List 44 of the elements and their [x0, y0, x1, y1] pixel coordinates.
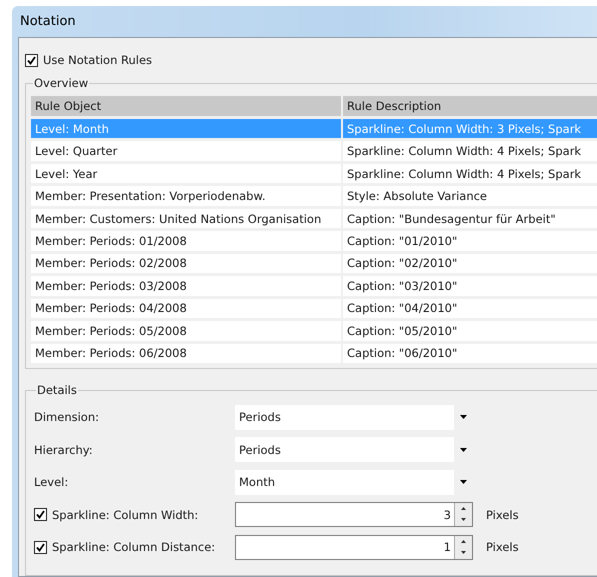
checkbox-label: Sparkline: Column Distance: [52, 540, 216, 554]
table-cell[interactable]: Member: Periods: 01/2008 [31, 231, 341, 251]
group-title: Details [36, 383, 78, 397]
table-cell[interactable]: Caption: "02/2010" [343, 254, 597, 274]
table-cell[interactable]: Caption: "03/2010" [343, 276, 597, 296]
field-label: Dimension: [34, 410, 100, 424]
dropdown[interactable]: Periods [235, 404, 473, 430]
spin-field[interactable]: 1 [235, 534, 473, 560]
caret-icon [460, 448, 467, 452]
checkbox[interactable] [25, 54, 38, 66]
table-cell[interactable]: Caption: "06/2010" [343, 344, 597, 364]
table-cell[interactable]: Member: Periods: 04/2008 [31, 298, 341, 318]
table-cell[interactable]: Member: Customers: United Nations Organisation [31, 208, 341, 228]
spin-field[interactable]: 3 [235, 502, 473, 528]
table-cell[interactable]: Caption: "05/2010" [343, 321, 597, 341]
column-header[interactable]: Rule Description [343, 96, 597, 116]
table-cell[interactable]: Level: Year [31, 164, 341, 184]
field-label: Level: [34, 475, 70, 490]
table-cell[interactable]: Member: Periods: 05/2008 [31, 321, 341, 341]
checkbox[interactable] [34, 508, 47, 522]
table-cell[interactable]: Sparkline: Column Width: 4 Pixels; Spark [343, 141, 597, 161]
table-cell[interactable]: Level: Quarter [31, 141, 341, 161]
dropdown[interactable]: Month [235, 470, 473, 495]
group-title: Overview [33, 76, 90, 90]
table-cell[interactable]: Style: Absolute Variance [343, 186, 597, 206]
table-cell[interactable]: Caption: "04/2010" [343, 298, 597, 318]
table-cell[interactable]: Caption: "Bundesagentur für Arbeit" [343, 208, 597, 228]
table-cell[interactable]: Sparkline: Column Width: 4 Pixels; Spark [343, 164, 597, 184]
table-cell[interactable]: Member: Periods: 06/2008 [31, 344, 341, 364]
table-cell[interactable]: Member: Presentation: Vorperiodenabw. [31, 186, 341, 206]
table-cell[interactable]: Member: Periods: 03/2008 [31, 276, 341, 296]
caret-icon [460, 480, 467, 484]
field-label: Hierarchy: [34, 442, 94, 457]
table-cell[interactable]: Member: Periods: 02/2008 [31, 254, 341, 274]
checkbox-label: Sparkline: Column Width: [52, 508, 198, 522]
table-cell[interactable]: Caption: "01/2010" [343, 231, 597, 251]
window-title: Notation [20, 14, 76, 29]
unit-label: Pixels [486, 540, 520, 554]
dropdown[interactable]: Periods [235, 437, 473, 462]
checkbox-label: Use Notation Rules [43, 53, 152, 67]
caret-icon [460, 415, 467, 420]
column-header[interactable]: Rule Object [31, 96, 341, 116]
checkbox[interactable] [34, 540, 47, 554]
unit-label: Pixels [486, 508, 520, 522]
